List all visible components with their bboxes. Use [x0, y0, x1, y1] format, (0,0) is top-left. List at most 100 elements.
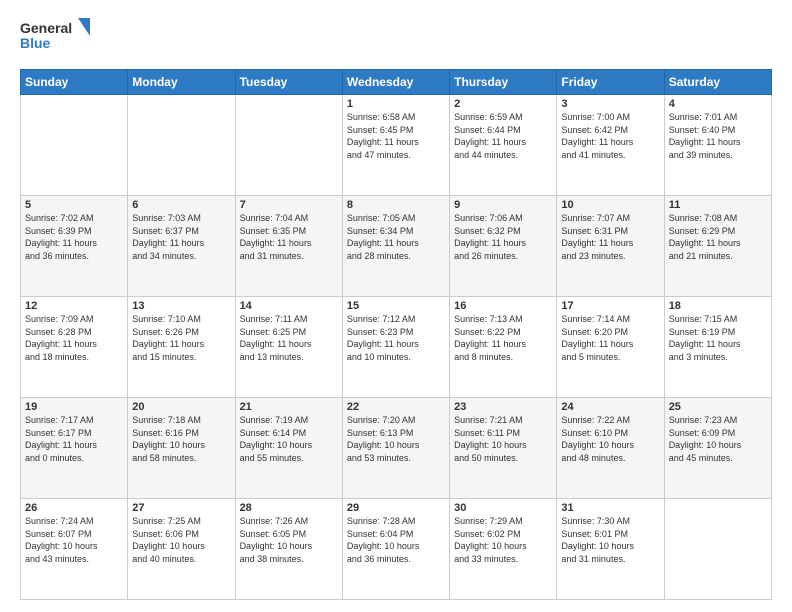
day-info: Sunrise: 6:59 AM Sunset: 6:44 PM Dayligh… [454, 111, 552, 161]
calendar-cell: 6Sunrise: 7:03 AM Sunset: 6:37 PM Daylig… [128, 196, 235, 297]
day-info: Sunrise: 7:23 AM Sunset: 6:09 PM Dayligh… [669, 414, 767, 464]
calendar-cell: 23Sunrise: 7:21 AM Sunset: 6:11 PM Dayli… [450, 398, 557, 499]
day-number: 23 [454, 401, 552, 413]
calendar-cell [235, 95, 342, 196]
day-info: Sunrise: 7:04 AM Sunset: 6:35 PM Dayligh… [240, 212, 338, 262]
calendar-cell: 21Sunrise: 7:19 AM Sunset: 6:14 PM Dayli… [235, 398, 342, 499]
calendar-cell: 7Sunrise: 7:04 AM Sunset: 6:35 PM Daylig… [235, 196, 342, 297]
calendar-cell: 1Sunrise: 6:58 AM Sunset: 6:45 PM Daylig… [342, 95, 449, 196]
day-number: 26 [25, 502, 123, 514]
day-number: 19 [25, 401, 123, 413]
day-info: Sunrise: 7:01 AM Sunset: 6:40 PM Dayligh… [669, 111, 767, 161]
calendar-cell: 4Sunrise: 7:01 AM Sunset: 6:40 PM Daylig… [664, 95, 771, 196]
day-info: Sunrise: 7:06 AM Sunset: 6:32 PM Dayligh… [454, 212, 552, 262]
calendar-cell: 5Sunrise: 7:02 AM Sunset: 6:39 PM Daylig… [21, 196, 128, 297]
day-info: Sunrise: 7:03 AM Sunset: 6:37 PM Dayligh… [132, 212, 230, 262]
calendar-table: SundayMondayTuesdayWednesdayThursdayFrid… [20, 69, 772, 600]
day-header-saturday: Saturday [664, 70, 771, 95]
calendar-cell: 26Sunrise: 7:24 AM Sunset: 6:07 PM Dayli… [21, 499, 128, 600]
day-header-monday: Monday [128, 70, 235, 95]
day-info: Sunrise: 7:17 AM Sunset: 6:17 PM Dayligh… [25, 414, 123, 464]
calendar-cell: 2Sunrise: 6:59 AM Sunset: 6:44 PM Daylig… [450, 95, 557, 196]
svg-text:Blue: Blue [20, 35, 51, 51]
calendar-cell [128, 95, 235, 196]
day-info: Sunrise: 7:24 AM Sunset: 6:07 PM Dayligh… [25, 515, 123, 565]
day-number: 31 [561, 502, 659, 514]
day-info: Sunrise: 7:15 AM Sunset: 6:19 PM Dayligh… [669, 313, 767, 363]
calendar-cell [21, 95, 128, 196]
calendar-cell: 12Sunrise: 7:09 AM Sunset: 6:28 PM Dayli… [21, 297, 128, 398]
day-number: 25 [669, 401, 767, 413]
day-number: 8 [347, 199, 445, 211]
calendar-cell: 30Sunrise: 7:29 AM Sunset: 6:02 PM Dayli… [450, 499, 557, 600]
calendar-cell [664, 499, 771, 600]
day-info: Sunrise: 6:58 AM Sunset: 6:45 PM Dayligh… [347, 111, 445, 161]
day-info: Sunrise: 7:02 AM Sunset: 6:39 PM Dayligh… [25, 212, 123, 262]
day-number: 10 [561, 199, 659, 211]
day-info: Sunrise: 7:30 AM Sunset: 6:01 PM Dayligh… [561, 515, 659, 565]
calendar-cell: 19Sunrise: 7:17 AM Sunset: 6:17 PM Dayli… [21, 398, 128, 499]
day-header-friday: Friday [557, 70, 664, 95]
calendar-cell: 29Sunrise: 7:28 AM Sunset: 6:04 PM Dayli… [342, 499, 449, 600]
day-info: Sunrise: 7:28 AM Sunset: 6:04 PM Dayligh… [347, 515, 445, 565]
day-number: 13 [132, 300, 230, 312]
day-info: Sunrise: 7:21 AM Sunset: 6:11 PM Dayligh… [454, 414, 552, 464]
day-info: Sunrise: 7:26 AM Sunset: 6:05 PM Dayligh… [240, 515, 338, 565]
day-number: 9 [454, 199, 552, 211]
day-number: 22 [347, 401, 445, 413]
calendar-week-4: 26Sunrise: 7:24 AM Sunset: 6:07 PM Dayli… [21, 499, 772, 600]
calendar-cell: 13Sunrise: 7:10 AM Sunset: 6:26 PM Dayli… [128, 297, 235, 398]
day-number: 24 [561, 401, 659, 413]
day-number: 17 [561, 300, 659, 312]
calendar-week-0: 1Sunrise: 6:58 AM Sunset: 6:45 PM Daylig… [21, 95, 772, 196]
day-info: Sunrise: 7:29 AM Sunset: 6:02 PM Dayligh… [454, 515, 552, 565]
calendar-header-row: SundayMondayTuesdayWednesdayThursdayFrid… [21, 70, 772, 95]
calendar-cell: 24Sunrise: 7:22 AM Sunset: 6:10 PM Dayli… [557, 398, 664, 499]
svg-text:General: General [20, 20, 72, 36]
calendar-cell: 31Sunrise: 7:30 AM Sunset: 6:01 PM Dayli… [557, 499, 664, 600]
day-info: Sunrise: 7:14 AM Sunset: 6:20 PM Dayligh… [561, 313, 659, 363]
day-number: 28 [240, 502, 338, 514]
day-info: Sunrise: 7:11 AM Sunset: 6:25 PM Dayligh… [240, 313, 338, 363]
page: GeneralBlue SundayMondayTuesdayWednesday… [0, 0, 792, 612]
day-number: 15 [347, 300, 445, 312]
calendar-week-1: 5Sunrise: 7:02 AM Sunset: 6:39 PM Daylig… [21, 196, 772, 297]
day-number: 7 [240, 199, 338, 211]
day-info: Sunrise: 7:13 AM Sunset: 6:22 PM Dayligh… [454, 313, 552, 363]
calendar-cell: 8Sunrise: 7:05 AM Sunset: 6:34 PM Daylig… [342, 196, 449, 297]
day-header-tuesday: Tuesday [235, 70, 342, 95]
day-info: Sunrise: 7:08 AM Sunset: 6:29 PM Dayligh… [669, 212, 767, 262]
day-header-thursday: Thursday [450, 70, 557, 95]
day-number: 30 [454, 502, 552, 514]
calendar-cell: 18Sunrise: 7:15 AM Sunset: 6:19 PM Dayli… [664, 297, 771, 398]
day-number: 29 [347, 502, 445, 514]
calendar-cell: 27Sunrise: 7:25 AM Sunset: 6:06 PM Dayli… [128, 499, 235, 600]
day-number: 14 [240, 300, 338, 312]
day-number: 6 [132, 199, 230, 211]
calendar-cell: 17Sunrise: 7:14 AM Sunset: 6:20 PM Dayli… [557, 297, 664, 398]
day-number: 1 [347, 98, 445, 110]
calendar-cell: 3Sunrise: 7:00 AM Sunset: 6:42 PM Daylig… [557, 95, 664, 196]
day-number: 20 [132, 401, 230, 413]
day-info: Sunrise: 7:25 AM Sunset: 6:06 PM Dayligh… [132, 515, 230, 565]
day-number: 11 [669, 199, 767, 211]
logo-container: GeneralBlue [20, 18, 90, 59]
day-number: 5 [25, 199, 123, 211]
day-info: Sunrise: 7:12 AM Sunset: 6:23 PM Dayligh… [347, 313, 445, 363]
day-info: Sunrise: 7:00 AM Sunset: 6:42 PM Dayligh… [561, 111, 659, 161]
day-header-sunday: Sunday [21, 70, 128, 95]
day-info: Sunrise: 7:22 AM Sunset: 6:10 PM Dayligh… [561, 414, 659, 464]
day-info: Sunrise: 7:18 AM Sunset: 6:16 PM Dayligh… [132, 414, 230, 464]
day-info: Sunrise: 7:10 AM Sunset: 6:26 PM Dayligh… [132, 313, 230, 363]
day-info: Sunrise: 7:09 AM Sunset: 6:28 PM Dayligh… [25, 313, 123, 363]
calendar-cell: 10Sunrise: 7:07 AM Sunset: 6:31 PM Dayli… [557, 196, 664, 297]
day-info: Sunrise: 7:05 AM Sunset: 6:34 PM Dayligh… [347, 212, 445, 262]
day-info: Sunrise: 7:19 AM Sunset: 6:14 PM Dayligh… [240, 414, 338, 464]
day-info: Sunrise: 7:07 AM Sunset: 6:31 PM Dayligh… [561, 212, 659, 262]
day-number: 27 [132, 502, 230, 514]
day-number: 2 [454, 98, 552, 110]
header: GeneralBlue [20, 18, 772, 59]
day-info: Sunrise: 7:20 AM Sunset: 6:13 PM Dayligh… [347, 414, 445, 464]
calendar-cell: 9Sunrise: 7:06 AM Sunset: 6:32 PM Daylig… [450, 196, 557, 297]
day-header-wednesday: Wednesday [342, 70, 449, 95]
